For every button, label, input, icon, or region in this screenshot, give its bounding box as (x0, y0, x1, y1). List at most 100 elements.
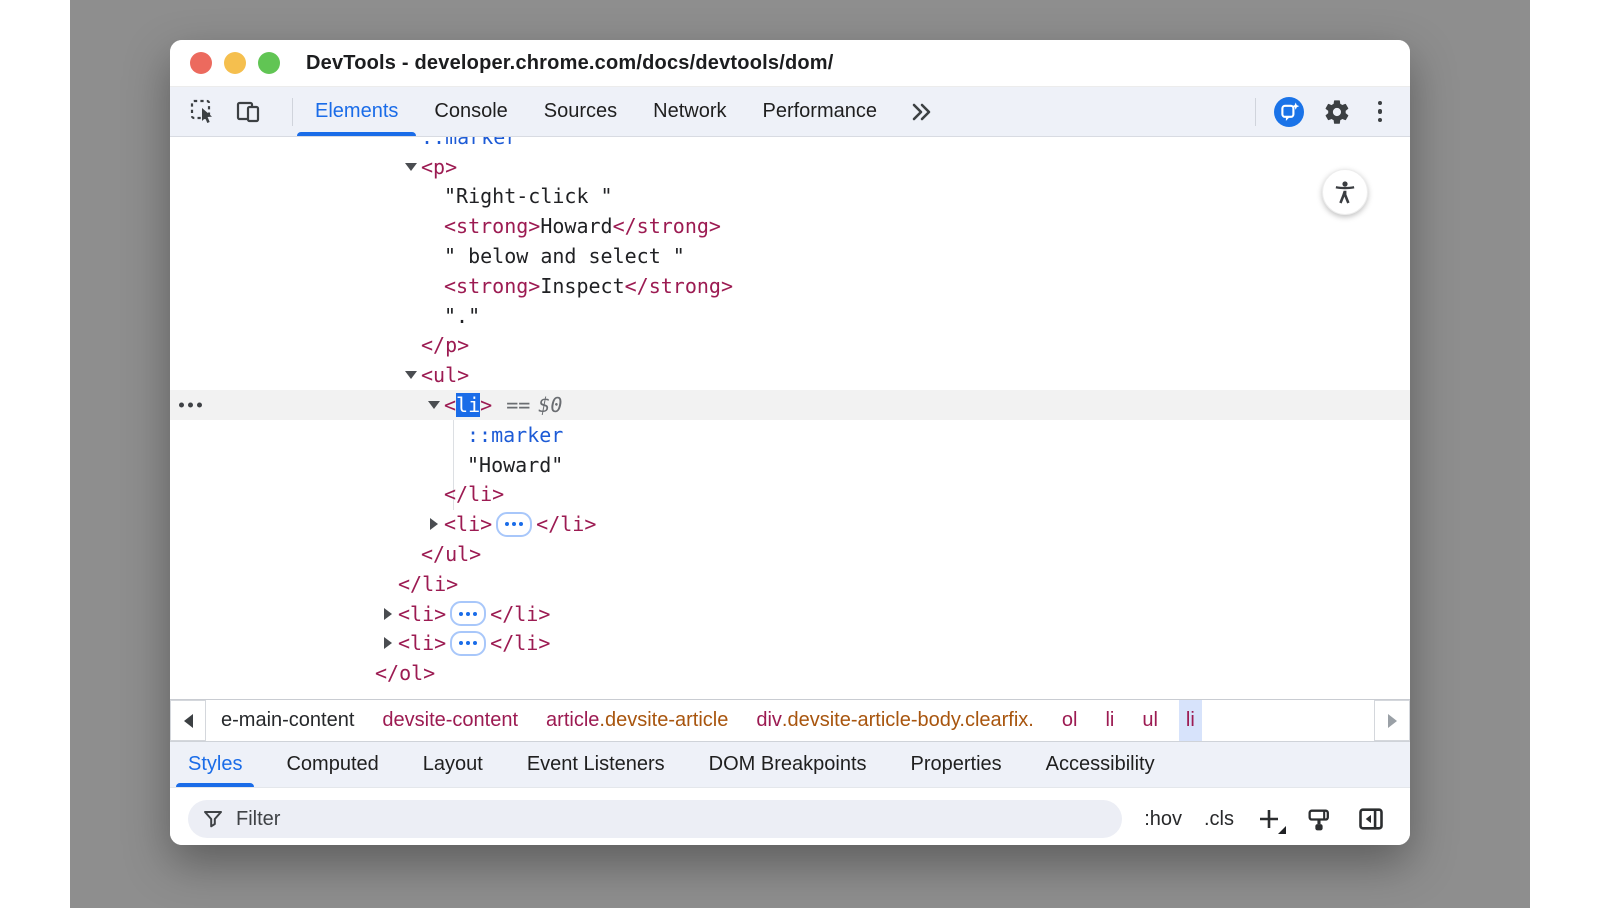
expand-arrow-icon[interactable] (378, 637, 398, 649)
window-title: DevTools - developer.chrome.com/docs/dev… (306, 52, 834, 75)
breadcrumb-item[interactable]: article.devsite-article (539, 700, 735, 741)
sidebar-tab-layout[interactable]: Layout (423, 742, 483, 787)
dom-token-dollar: $0 (538, 393, 562, 417)
dom-token-tag: <ul> (421, 363, 469, 387)
dom-tree-row[interactable]: "Right-click " (170, 182, 1410, 212)
dom-token-tag: </li> (444, 482, 504, 506)
caret-icon (1278, 826, 1286, 834)
breadcrumb-item[interactable]: e-main-content (214, 700, 361, 741)
collapsed-content-pill[interactable] (450, 631, 486, 656)
dom-tree-row[interactable]: </li> (170, 480, 1410, 510)
dom-token-tag: </strong> (613, 214, 721, 238)
device-toolbar-icon[interactable] (234, 97, 264, 127)
breadcrumb-item[interactable]: ol (1055, 700, 1085, 741)
dom-tree-row[interactable]: <li></li> (170, 509, 1410, 539)
rendering-roller-button[interactable] (1304, 804, 1334, 834)
devtools-main-toolbar: Elements Console Sources Network Performance (170, 87, 1410, 137)
minimize-button[interactable] (224, 52, 246, 74)
collapse-arrow-icon[interactable] (401, 163, 421, 171)
dom-tree-row[interactable]: "Howard" (170, 450, 1410, 480)
crumb-part-class: .devsite-article-body.clearfix. (782, 709, 1034, 732)
expand-arrow-icon[interactable] (424, 518, 444, 530)
dom-token-tag: <p> (421, 155, 457, 179)
dom-tree-row[interactable]: ::marker (170, 137, 1410, 152)
tab-elements[interactable]: Elements (315, 87, 398, 136)
toggle-sidebar-button[interactable] (1356, 804, 1386, 834)
dom-tree-row[interactable]: <li></li> (170, 599, 1410, 629)
node-options-dots-button[interactable] (179, 403, 202, 408)
dom-token-tag: > (480, 393, 492, 417)
dom-token-tag: < (444, 393, 456, 417)
inspect-icon[interactable] (188, 97, 218, 127)
close-button[interactable] (190, 52, 212, 74)
expand-arrow-icon[interactable] (378, 608, 398, 620)
breadcrumb-scroll-left-button[interactable] (170, 700, 206, 741)
collapsed-content-pill[interactable] (450, 601, 486, 626)
breadcrumb-item[interactable]: div.devsite-article-body.clearfix. (749, 700, 1041, 741)
dom-token-tag: </li> (490, 631, 550, 655)
dom-tree-row[interactable]: </ul> (170, 539, 1410, 569)
dom-tree-row[interactable]: <strong>Inspect</strong> (170, 271, 1410, 301)
breadcrumb-item[interactable]: devsite-content (375, 700, 525, 741)
dom-token-tag: <strong> (444, 274, 540, 298)
crumb-part-element: ul (1142, 709, 1158, 732)
dom-tree-row[interactable]: "." (170, 301, 1410, 331)
dom-token-equals: == (506, 393, 530, 417)
toggle-element-state-button[interactable]: :hov (1144, 808, 1182, 831)
dom-token-tag: </strong> (625, 274, 733, 298)
filter-input[interactable] (234, 807, 1116, 832)
sidebar-tab-styles[interactable]: Styles (188, 742, 242, 787)
breadcrumb-scroll-right-button[interactable] (1374, 700, 1410, 741)
chevron-double-right-icon (909, 99, 935, 125)
dom-tree-row[interactable]: </ol> (170, 658, 1410, 688)
sidebar-tab-computed[interactable]: Computed (286, 742, 378, 787)
collapsed-content-pill[interactable] (496, 512, 532, 537)
more-tabs-button[interactable] (907, 97, 937, 127)
tab-console[interactable]: Console (434, 87, 507, 136)
filter-funnel-icon (202, 808, 224, 830)
dom-tree-row[interactable]: <li> </li> (170, 629, 1410, 659)
style-filter-field[interactable] (188, 800, 1122, 838)
dom-token-tag: </ul> (421, 542, 481, 566)
sidebar-tab-dom-breakpoints[interactable]: DOM Breakpoints (709, 742, 867, 787)
crumb-part-element: devsite-content (382, 709, 518, 732)
dom-tree-row[interactable]: </li> (170, 569, 1410, 599)
breadcrumb-item[interactable]: li (1098, 700, 1121, 741)
kebab-menu-icon[interactable] (1370, 101, 1390, 123)
dom-tree-row[interactable]: <ul> (170, 360, 1410, 390)
sidebar-tab-event-listeners[interactable]: Event Listeners (527, 742, 665, 787)
dom-token-tag: <li> (398, 631, 446, 655)
dom-tree-row-selected[interactable]: <li>==$0 (170, 390, 1410, 420)
crumb-part-class: .devsite-article (599, 709, 728, 732)
collapse-arrow-icon[interactable] (424, 401, 444, 409)
sidebar-tab-accessibility[interactable]: Accessibility (1046, 742, 1155, 787)
panel-tabs: Elements Console Sources Network Performance (315, 87, 877, 136)
dom-tree-row[interactable]: ::marker (170, 420, 1410, 450)
dom-token-text: "." (444, 304, 480, 328)
dom-token-text: " below and select " (444, 244, 685, 268)
breadcrumb-item[interactable]: ul (1135, 700, 1165, 741)
dom-tree-row[interactable]: " below and select " (170, 241, 1410, 271)
dom-tree-panel: ::marker<p>"Right-click "<strong>Howard<… (170, 137, 1410, 699)
collapse-arrow-icon[interactable] (401, 371, 421, 379)
chevron-right-icon (1388, 714, 1397, 728)
zoom-button[interactable] (258, 52, 280, 74)
new-style-rule-button[interactable] (1256, 806, 1282, 832)
tab-performance[interactable]: Performance (763, 87, 878, 136)
tab-network[interactable]: Network (653, 87, 726, 136)
tab-sources[interactable]: Sources (544, 87, 617, 136)
dom-tree-row[interactable]: <p> (170, 152, 1410, 182)
toolbar-divider (292, 98, 293, 126)
dom-tree-row[interactable]: <strong>Howard</strong> (170, 211, 1410, 241)
crumb-part-element: article (546, 709, 599, 732)
crumb-part-element: li (1105, 709, 1114, 732)
crumb-part-plain: e-main-content (221, 709, 354, 732)
element-classes-button[interactable]: .cls (1204, 808, 1234, 831)
window-titlebar: DevTools - developer.chrome.com/docs/dev… (170, 40, 1410, 87)
breadcrumb-bar: e-main-contentdevsite-contentarticle.dev… (170, 699, 1410, 741)
settings-gear-icon[interactable] (1322, 97, 1352, 127)
breadcrumb-item-selected[interactable]: li (1179, 700, 1202, 741)
sidebar-tab-properties[interactable]: Properties (911, 742, 1002, 787)
dom-tree-row[interactable]: </p> (170, 331, 1410, 361)
ai-assistance-icon[interactable] (1274, 97, 1304, 127)
